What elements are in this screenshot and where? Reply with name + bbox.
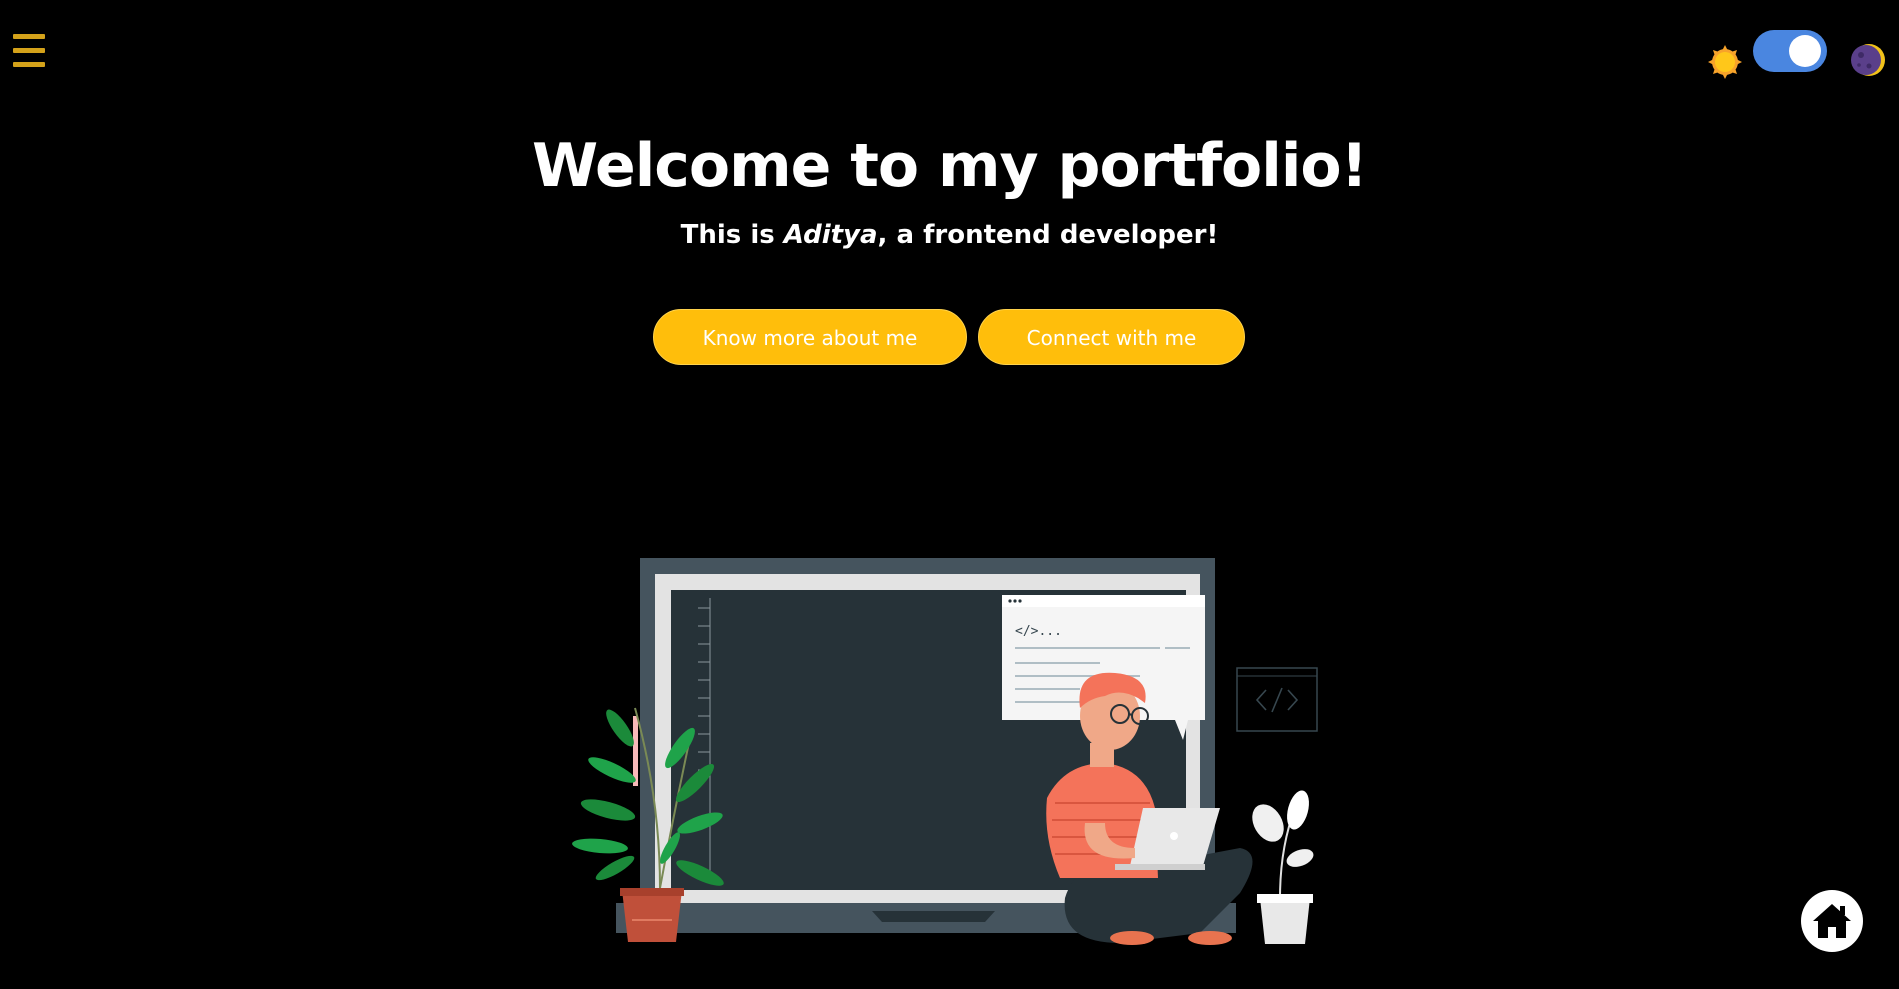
subtitle-suffix: , a frontend developer! (877, 220, 1219, 250)
right-plant (1252, 790, 1314, 944)
cta-row: Know more about me Connect with me (653, 309, 1247, 367)
moon-icon (1851, 44, 1885, 76)
hero-title: Welcome to my portfolio! (532, 131, 1368, 201)
hamburger-menu-icon[interactable] (13, 34, 45, 68)
home-button[interactable] (1801, 890, 1863, 952)
toggle-knob (1789, 35, 1821, 67)
code-snippet: </>... (1015, 624, 1062, 639)
subtitle-prefix: This is (680, 220, 784, 250)
code-window-bar (1002, 595, 1205, 607)
menu-bar (13, 62, 45, 67)
sun-icon (1708, 45, 1742, 79)
hero-subtitle: This is Aditya, a frontend developer! (0, 218, 1899, 252)
know-more-button[interactable]: Know more about me (653, 309, 967, 365)
developer-illustration: </>... (572, 558, 1318, 945)
developer-name: Aditya (783, 220, 878, 250)
theme-toggle-group (1707, 28, 1887, 80)
menu-bar (13, 34, 45, 39)
menu-bar (13, 48, 45, 53)
connect-button[interactable]: Connect with me (978, 309, 1245, 365)
home-icon (1813, 904, 1851, 938)
theme-toggle-switch[interactable] (1753, 30, 1827, 72)
monitor-notch (872, 911, 995, 922)
portfolio-page: Welcome to my portfolio! This is Aditya,… (0, 0, 1899, 989)
